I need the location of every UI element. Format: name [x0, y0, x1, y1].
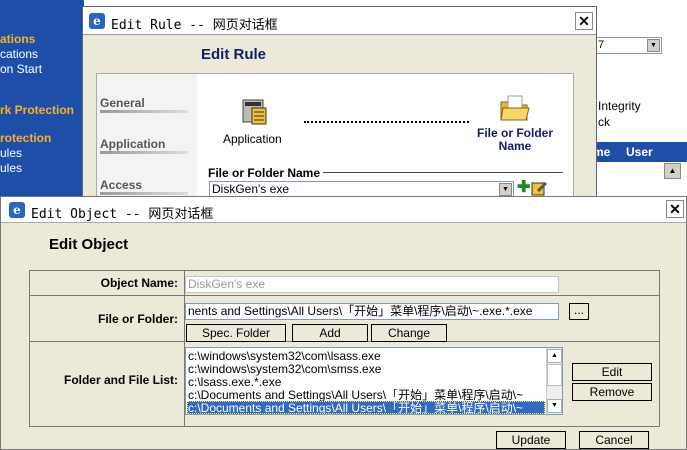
update-button[interactable]: Update [496, 431, 566, 449]
object-close-button[interactable]: ✕ [666, 200, 684, 218]
folder-icon [500, 95, 530, 121]
edit-button[interactable]: Edit [572, 363, 652, 381]
object-title: Edit Object -- 网页对话框 [31, 207, 214, 222]
ie-icon: e [89, 13, 105, 29]
add-button[interactable]: Add [292, 324, 368, 342]
file-or-folder-label: File or Folder: [97, 312, 178, 326]
rule-close-button[interactable]: ✕ [575, 12, 593, 30]
grid-header: me User [590, 142, 687, 162]
background-select-value: 7 [598, 39, 605, 51]
folder-label: File or Folder Name [476, 126, 553, 153]
object-name-label: Object Name: [100, 276, 178, 290]
edit-rule-dialog: e Edit Rule -- 网页对话框 ✕ Edit Rule General… [82, 6, 597, 203]
list-scrollbar[interactable]: ▲ ▼ [546, 348, 562, 414]
scroll-down-icon[interactable]: ▼ [547, 399, 562, 413]
grid-header-user[interactable]: User [626, 145, 653, 159]
list-item[interactable]: c:\windows\system32\com\smss.exe [188, 363, 546, 376]
scroll-up-icon[interactable]: ▲ [547, 349, 562, 363]
object-titlebar[interactable]: e Edit Object -- 网页对话框 ✕ [1, 197, 686, 223]
tab-divider [100, 110, 188, 113]
nav-item[interactable]: on Start [0, 62, 42, 76]
application-icon [242, 99, 267, 125]
object-name-input[interactable]: DiskGen's exe [185, 276, 559, 293]
edit-object-dialog: e Edit Object -- 网页对话框 ✕ Edit Object Obj… [0, 196, 687, 450]
rule-heading: Edit Rule [201, 46, 267, 63]
tab-divider [100, 151, 188, 154]
nav-item[interactable]: cations [0, 47, 38, 61]
tab-access[interactable]: Access [100, 178, 142, 192]
nav-item[interactable]: ules [0, 146, 22, 160]
tab-general[interactable]: General [100, 96, 145, 110]
tab-application[interactable]: Application [100, 137, 165, 151]
scroll-thumb[interactable] [547, 364, 562, 386]
list-item[interactable]: c:\lsass.exe.*.exe [188, 376, 546, 389]
nav-item[interactable]: rk Protection [0, 103, 74, 117]
add-icon[interactable]: ✚ [517, 180, 530, 196]
nav-item[interactable]: ules [0, 161, 22, 175]
list-item-selected[interactable]: c:\Documents and Settings\All Users\「开始」… [187, 401, 545, 414]
chevron-down-icon[interactable]: ▼ [647, 39, 660, 52]
object-heading: Edit Object [49, 236, 129, 253]
chevron-down-icon[interactable]: ▼ [499, 183, 512, 196]
nav-item[interactable]: ations [0, 32, 35, 46]
scroll-up-icon[interactable]: ▲ [664, 163, 681, 179]
spec-folder-button[interactable]: Spec. Folder [186, 324, 286, 342]
tab-divider [100, 192, 188, 195]
integrity-label: Integrity [598, 99, 641, 113]
ck-label: ck [598, 115, 610, 129]
nav-item[interactable]: rotection [0, 131, 51, 145]
rule-body: General Application Access Application F… [96, 73, 574, 203]
folder-file-list-label: Folder and File List: [63, 373, 178, 387]
file-or-folder-select-value: DiskGen's exe [212, 182, 289, 196]
connector-dots [304, 121, 469, 123]
folder-file-list[interactable]: c:\windows\system32\com\lsass.exe c:\win… [185, 347, 563, 415]
list-item[interactable]: c:\windows\system32\com\lsass.exe [188, 350, 546, 363]
ie-icon: e [9, 202, 25, 218]
file-or-folder-input[interactable]: nents and Settings\All Users\「开始」菜单\程序\启… [185, 303, 559, 320]
change-button[interactable]: Change [371, 324, 447, 342]
rule-title: Edit Rule -- 网页对话框 [111, 18, 278, 33]
remove-button[interactable]: Remove [572, 383, 652, 401]
cancel-button[interactable]: Cancel [579, 431, 649, 449]
edit-icon[interactable] [531, 180, 547, 196]
rule-titlebar[interactable]: e Edit Rule -- 网页对话框 ✕ [83, 7, 596, 35]
rule-tabs: General Application Access [97, 74, 197, 203]
section-legend: File or Folder Name [205, 166, 324, 180]
background-select[interactable]: 7 ▼ [594, 37, 662, 54]
section-legend-text: File or Folder Name [208, 166, 321, 180]
browse-button[interactable]: ... [569, 303, 589, 320]
application-label: Application [223, 132, 282, 146]
